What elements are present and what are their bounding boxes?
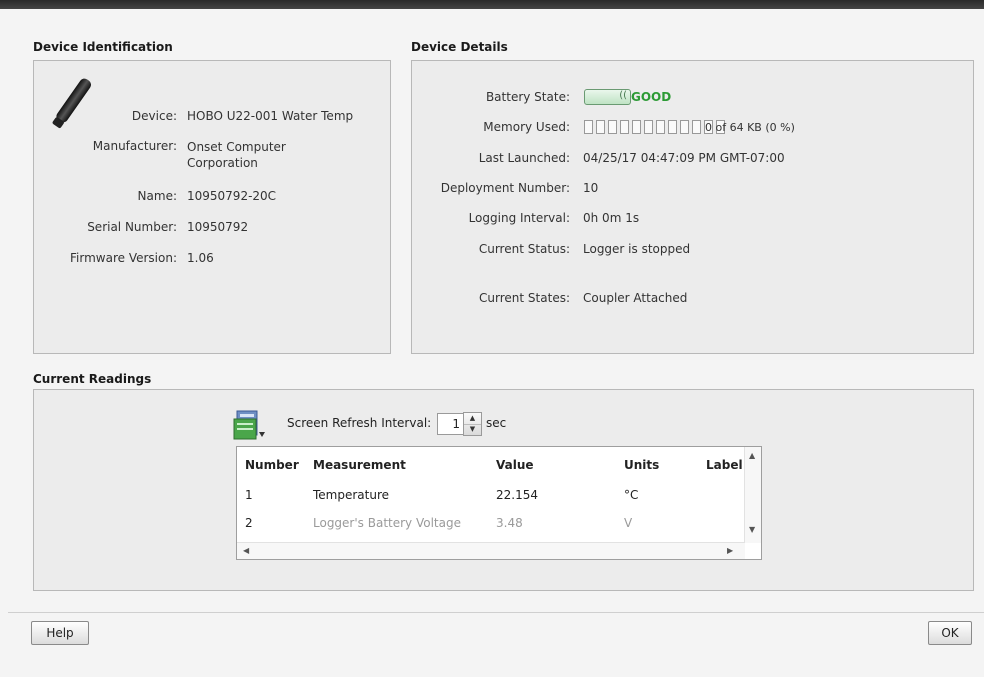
- device-info-dialog: Device Identification Device: HOBO U22-0…: [8, 9, 984, 677]
- memory-segment: [656, 120, 665, 134]
- memory-segment: [668, 120, 677, 134]
- memory-segment: [620, 120, 629, 134]
- column-header-measurement[interactable]: Measurement: [313, 458, 406, 472]
- battery-state-label: Battery State:: [485, 90, 570, 104]
- scroll-up-icon[interactable]: ▲: [749, 451, 755, 460]
- manufacturer-label: Manufacturer:: [92, 139, 177, 153]
- row-2-measurement: Logger's Battery Voltage: [313, 516, 461, 530]
- memory-segment: [596, 120, 605, 134]
- memory-usage-bar: [584, 120, 725, 134]
- row-1-units: °C: [624, 488, 639, 502]
- device-identification-panel: Device: HOBO U22-001 Water Temp Manufact…: [33, 60, 391, 354]
- row-1-value: 22.154: [496, 488, 538, 502]
- last-launched-value: 04/25/17 04:47:09 PM GMT-07:00: [583, 151, 785, 165]
- deployment-number-value: 10: [583, 181, 599, 195]
- name-label: Name:: [137, 189, 177, 203]
- table-vertical-scrollbar[interactable]: ▲ ▼: [744, 447, 761, 543]
- current-states-value: Coupler Attached: [583, 291, 688, 305]
- device-value: HOBO U22-001 Water Temp: [187, 109, 354, 123]
- scroll-down-icon[interactable]: ▼: [749, 525, 755, 534]
- row-1-measurement: Temperature: [313, 488, 390, 502]
- logging-interval-label: Logging Interval:: [468, 211, 570, 225]
- spinner-down-icon[interactable]: ▼: [464, 424, 481, 435]
- firmware-version-value: 1.06: [187, 251, 214, 265]
- memory-segment: [608, 120, 617, 134]
- screen-refresh-interval-label: Screen Refresh Interval:: [287, 416, 432, 430]
- device-details-title: Device Details: [411, 40, 508, 54]
- memory-segment: [692, 120, 701, 134]
- current-status-value: Logger is stopped: [583, 242, 691, 256]
- device-label: Device:: [131, 109, 177, 123]
- refresh-interval-input[interactable]: 1: [437, 413, 464, 435]
- table-horizontal-scrollbar[interactable]: ◀ ▶: [237, 542, 745, 559]
- last-launched-label: Last Launched:: [478, 151, 570, 165]
- logging-interval-value: 0h 0m 1s: [583, 211, 640, 225]
- window-title-bar: [0, 0, 984, 9]
- battery-state-value: GOOD: [631, 90, 672, 104]
- name-value: 10950792-20C: [187, 189, 277, 203]
- column-header-label[interactable]: Label: [706, 458, 743, 472]
- refresh-interval-unit: sec: [486, 416, 507, 430]
- ok-button[interactable]: OK: [928, 621, 972, 645]
- row-2-units: V: [624, 516, 633, 530]
- row-2-value: 3.48: [496, 516, 523, 530]
- deployment-number-label: Deployment Number:: [440, 181, 570, 195]
- column-header-units[interactable]: Units: [624, 458, 659, 472]
- memory-segment: [680, 120, 689, 134]
- device-identification-title: Device Identification: [33, 40, 173, 54]
- readings-table: Number Measurement Value Units Label 1 T…: [236, 446, 762, 560]
- scroll-left-icon[interactable]: ◀: [243, 546, 249, 555]
- row-1-number: 1: [245, 488, 253, 502]
- column-header-value[interactable]: Value: [496, 458, 534, 472]
- current-readings-title: Current Readings: [33, 372, 152, 386]
- serial-number-label: Serial Number:: [87, 220, 177, 234]
- refresh-readings-icon[interactable]: [233, 410, 267, 440]
- memory-segment: [584, 120, 593, 134]
- current-states-label: Current States:: [479, 291, 570, 305]
- memory-used-label: Memory Used:: [483, 120, 570, 134]
- memory-segment: [632, 120, 641, 134]
- manufacturer-value: Onset Computer Corporation: [187, 140, 286, 170]
- logger-device-icon: [52, 78, 92, 129]
- device-details-panel: [411, 60, 974, 354]
- memory-segment: [644, 120, 653, 134]
- scroll-right-icon[interactable]: ▶: [727, 546, 733, 555]
- footer-separator: [8, 612, 984, 613]
- memory-used-value: 0 of 64 KB (0 %): [705, 121, 795, 134]
- battery-indicator-icon: ((: [584, 89, 631, 105]
- current-status-label: Current Status:: [478, 242, 570, 256]
- row-2-number: 2: [245, 516, 253, 530]
- firmware-version-label: Firmware Version:: [70, 251, 177, 265]
- column-header-number[interactable]: Number: [245, 458, 299, 472]
- refresh-interval-spinner[interactable]: ▲ ▼: [463, 412, 482, 436]
- help-button[interactable]: Help: [31, 621, 89, 645]
- serial-number-value: 10950792: [187, 220, 249, 234]
